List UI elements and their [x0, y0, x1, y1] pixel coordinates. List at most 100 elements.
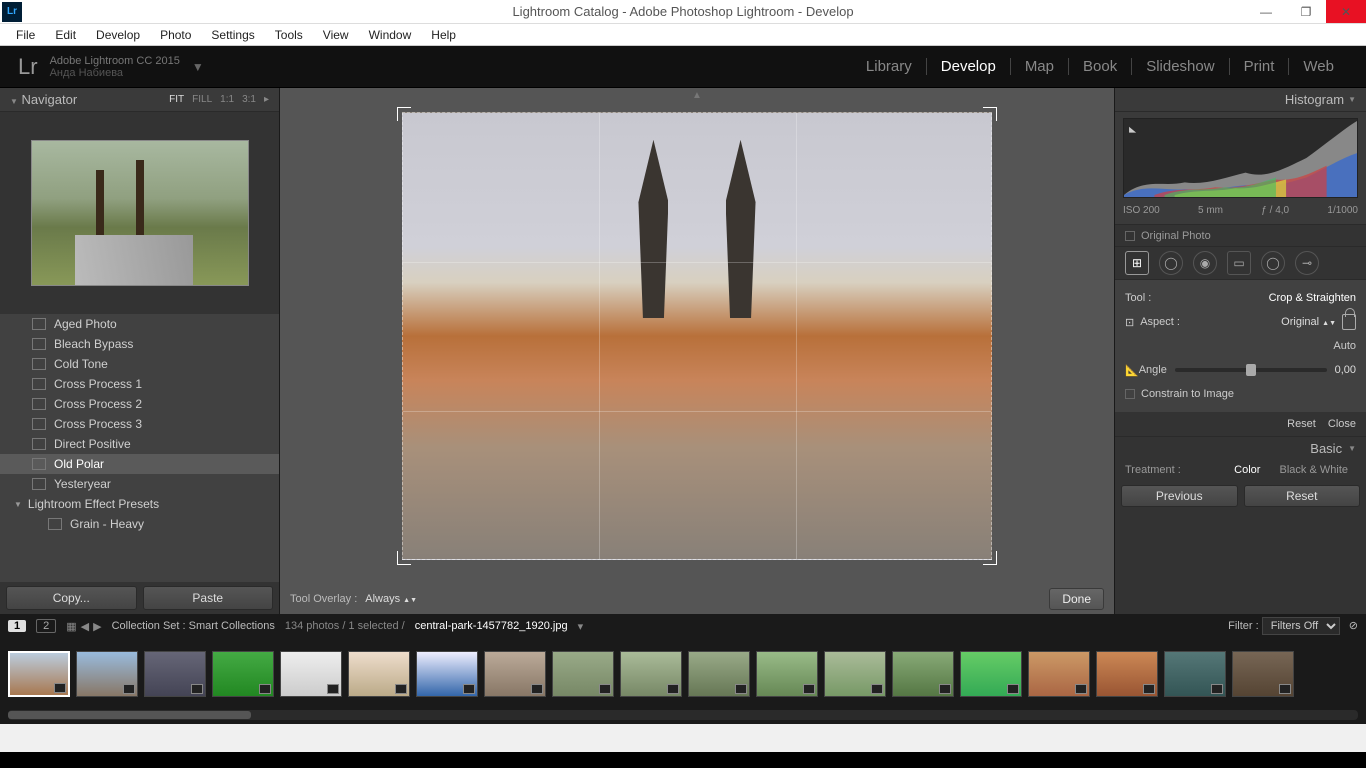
paste-button[interactable]: Paste: [143, 586, 274, 610]
preset-item[interactable]: Direct Positive: [0, 434, 279, 454]
previous-button[interactable]: Previous: [1121, 485, 1238, 507]
thumb[interactable]: [144, 651, 206, 697]
thumb[interactable]: [484, 651, 546, 697]
thumb[interactable]: [1164, 651, 1226, 697]
preset-group[interactable]: Lightroom Effect Presets: [0, 494, 279, 514]
auto-button[interactable]: Auto: [1333, 340, 1356, 352]
menu-view[interactable]: View: [313, 26, 359, 44]
preset-item-selected[interactable]: Old Polar: [0, 454, 279, 474]
thumb[interactable]: [1232, 651, 1294, 697]
crop-reset-button[interactable]: Reset: [1287, 418, 1316, 430]
navigator-preview[interactable]: [0, 112, 279, 314]
constrain-checkbox[interactable]: [1125, 389, 1135, 399]
crop-tool-icon[interactable]: ⊞: [1125, 251, 1149, 275]
module-map[interactable]: Map: [1011, 58, 1069, 75]
menu-window[interactable]: Window: [359, 26, 422, 44]
preset-item[interactable]: Aged Photo: [0, 314, 279, 334]
monitor-1-button[interactable]: 1: [8, 620, 26, 632]
angle-value[interactable]: 0,00: [1335, 364, 1356, 376]
module-book[interactable]: Book: [1069, 58, 1132, 75]
original-photo-toggle[interactable]: Original Photo: [1115, 224, 1366, 246]
navigator-header[interactable]: ▼ Navigator FIT FILL 1:1 3:1 ▸: [0, 88, 279, 112]
thumb[interactable]: [688, 651, 750, 697]
radial-tool-icon[interactable]: ◯: [1261, 251, 1285, 275]
angle-slider[interactable]: [1175, 368, 1327, 372]
preset-item[interactable]: Cross Process 3: [0, 414, 279, 434]
basic-header[interactable]: Basic▼: [1115, 437, 1366, 459]
zoom-3-1[interactable]: 3:1: [242, 94, 256, 105]
filmstrip-thumbs[interactable]: [0, 638, 1366, 710]
menu-settings[interactable]: Settings: [201, 26, 264, 44]
menu-develop[interactable]: Develop: [86, 26, 150, 44]
thumb[interactable]: [552, 651, 614, 697]
prev-photo-icon[interactable]: ◀: [81, 620, 89, 633]
thumb[interactable]: [280, 651, 342, 697]
grid-view-icon[interactable]: ▦: [66, 620, 76, 633]
aspect-icon[interactable]: ⊡: [1125, 316, 1134, 329]
thumb-selected[interactable]: [8, 651, 70, 697]
gradient-tool-icon[interactable]: ▭: [1227, 251, 1251, 275]
filmstrip-scrollbar[interactable]: [8, 710, 1358, 720]
redeye-tool-icon[interactable]: ◉: [1193, 251, 1217, 275]
next-photo-icon[interactable]: ▶: [93, 620, 101, 633]
thumb[interactable]: [1028, 651, 1090, 697]
module-library[interactable]: Library: [852, 58, 927, 75]
aspect-value[interactable]: Original ▲▼: [1281, 316, 1336, 328]
preset-item[interactable]: Bleach Bypass: [0, 334, 279, 354]
menu-tools[interactable]: Tools: [265, 26, 313, 44]
menu-photo[interactable]: Photo: [150, 26, 201, 44]
thumb[interactable]: [212, 651, 274, 697]
thumb[interactable]: [892, 651, 954, 697]
collection-label[interactable]: Collection Set : Smart Collections: [112, 620, 275, 632]
current-filename[interactable]: central-park-1457782_1920.jpg: [415, 620, 568, 632]
copy-button[interactable]: Copy...: [6, 586, 137, 610]
angle-icon[interactable]: 📐: [1125, 364, 1139, 377]
preset-item[interactable]: Cross Process 1: [0, 374, 279, 394]
thumb[interactable]: [620, 651, 682, 697]
thumb[interactable]: [1096, 651, 1158, 697]
monitor-2-button[interactable]: 2: [36, 619, 56, 633]
menu-help[interactable]: Help: [421, 26, 466, 44]
thumb[interactable]: [824, 651, 886, 697]
zoom-menu-icon[interactable]: ▸: [264, 94, 269, 105]
reset-button[interactable]: Reset: [1244, 485, 1361, 507]
zoom-fit[interactable]: FIT: [169, 94, 184, 105]
crop-handle-br[interactable]: [983, 551, 997, 565]
zoom-fill[interactable]: FILL: [192, 94, 212, 105]
module-print[interactable]: Print: [1230, 58, 1290, 75]
preset-item[interactable]: Cross Process 2: [0, 394, 279, 414]
crop-handle-bl[interactable]: [397, 551, 411, 565]
menu-file[interactable]: File: [6, 26, 45, 44]
menu-edit[interactable]: Edit: [45, 26, 86, 44]
thumb[interactable]: [756, 651, 818, 697]
histogram[interactable]: ISO 200 5 mm ƒ / 4,0 1/1000: [1115, 112, 1366, 224]
thumb[interactable]: [76, 651, 138, 697]
histogram-header[interactable]: Histogram ▼: [1115, 88, 1366, 112]
maximize-button[interactable]: ❐: [1286, 0, 1326, 23]
minimize-button[interactable]: —: [1246, 0, 1286, 23]
module-develop[interactable]: Develop: [927, 58, 1011, 75]
module-slideshow[interactable]: Slideshow: [1132, 58, 1229, 75]
thumb[interactable]: [960, 651, 1022, 697]
canvas[interactable]: [280, 88, 1114, 584]
spot-tool-icon[interactable]: ◯: [1159, 251, 1183, 275]
crop-close-button[interactable]: Close: [1328, 418, 1356, 430]
tool-overlay-value[interactable]: Always ▲▼: [365, 593, 417, 605]
preset-item[interactable]: Yesteryear: [0, 474, 279, 494]
module-web[interactable]: Web: [1289, 58, 1348, 75]
photo-crop-overlay[interactable]: [402, 112, 992, 560]
thumb[interactable]: [416, 651, 478, 697]
filter-lock-icon[interactable]: ⊘: [1349, 620, 1358, 632]
preset-item[interactable]: Cold Tone: [0, 354, 279, 374]
treatment-color[interactable]: Color: [1226, 464, 1268, 476]
zoom-1-1[interactable]: 1:1: [220, 94, 234, 105]
brand-sub[interactable]: Adobe Lightroom CC 2015 Анда Набиева: [50, 55, 180, 79]
preset-item[interactable]: Grain - Heavy: [0, 514, 279, 534]
brush-tool-icon[interactable]: ⊸: [1295, 251, 1319, 275]
checkbox-icon[interactable]: [1125, 231, 1135, 241]
crop-handle-tl[interactable]: [397, 107, 411, 121]
filter-select[interactable]: Filters Off: [1262, 617, 1340, 635]
thumb[interactable]: [348, 651, 410, 697]
done-button[interactable]: Done: [1049, 588, 1104, 610]
treatment-bw[interactable]: Black & White: [1272, 464, 1356, 476]
